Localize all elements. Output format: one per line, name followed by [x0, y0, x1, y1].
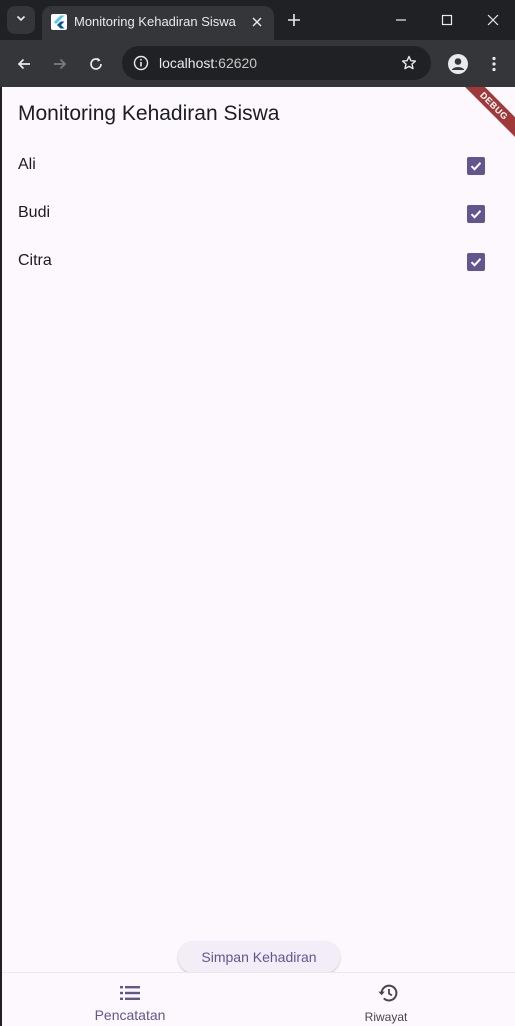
close-tab-icon[interactable]: [248, 13, 266, 31]
page-title: Monitoring Kehadiran Siswa: [18, 102, 280, 125]
tab-search-button[interactable]: [7, 6, 35, 34]
address-bar[interactable]: localhost:62620: [122, 46, 431, 80]
student-name: Budi: [18, 204, 51, 221]
list-icon: [118, 981, 142, 1005]
url-text[interactable]: localhost:62620: [159, 55, 257, 71]
browser-toolbar: localhost:62620: [0, 40, 515, 87]
attendance-checkbox[interactable]: [467, 205, 485, 223]
site-info-icon[interactable]: [130, 52, 152, 74]
tab-title: Monitoring Kehadiran Siswa: [74, 14, 236, 29]
attendance-checkbox[interactable]: [467, 157, 485, 175]
menu-more-icon[interactable]: [481, 51, 507, 77]
student-name: Citra: [18, 252, 52, 269]
nav-label-riwayat: Riwayat: [364, 1010, 408, 1024]
student-name: Ali: [18, 156, 36, 173]
nav-item-riwayat[interactable]: Riwayat: [258, 973, 514, 1026]
url-port: :62620: [214, 55, 258, 71]
attendance-row-ali[interactable]: Ali: [2, 142, 515, 190]
debug-banner: DEBUG: [450, 87, 515, 150]
close-window-icon[interactable]: [478, 6, 508, 34]
back-arrow-icon[interactable]: [11, 51, 37, 77]
attendance-row-citra[interactable]: Citra: [2, 238, 515, 286]
minimize-icon[interactable]: [386, 6, 416, 34]
profile-icon[interactable]: [445, 51, 471, 77]
checkmark-icon: [470, 210, 482, 219]
attendance-checkbox[interactable]: [467, 253, 485, 271]
nav-item-pencatatan[interactable]: Pencatatan: [2, 973, 258, 1026]
checkmark-icon: [470, 258, 482, 267]
bottom-navigation: Pencatatan Riwayat: [2, 972, 515, 1026]
new-tab-icon[interactable]: [283, 9, 305, 31]
browser-tab-bar: Monitoring Kehadiran Siswa: [0, 0, 515, 40]
attendance-row-budi[interactable]: Budi: [2, 190, 515, 238]
forward-arrow-icon[interactable]: [47, 51, 73, 77]
nav-label-pencatatan: Pencatatan: [94, 1007, 166, 1023]
maximize-icon[interactable]: [432, 6, 462, 34]
history-icon: [376, 981, 400, 1005]
url-host: localhost: [159, 55, 215, 71]
bookmark-star-icon[interactable]: [399, 53, 419, 73]
app-window: DEBUG Monitoring Kehadiran Siswa Ali Bud…: [2, 87, 515, 1026]
save-attendance-button[interactable]: Simpan Kehadiran: [178, 941, 340, 973]
flutter-favicon-icon: [51, 14, 67, 30]
browser-tab[interactable]: Monitoring Kehadiran Siswa: [42, 6, 274, 40]
chevron-down-icon: [15, 11, 27, 29]
reload-icon[interactable]: [83, 51, 109, 77]
checkmark-icon: [470, 162, 482, 171]
